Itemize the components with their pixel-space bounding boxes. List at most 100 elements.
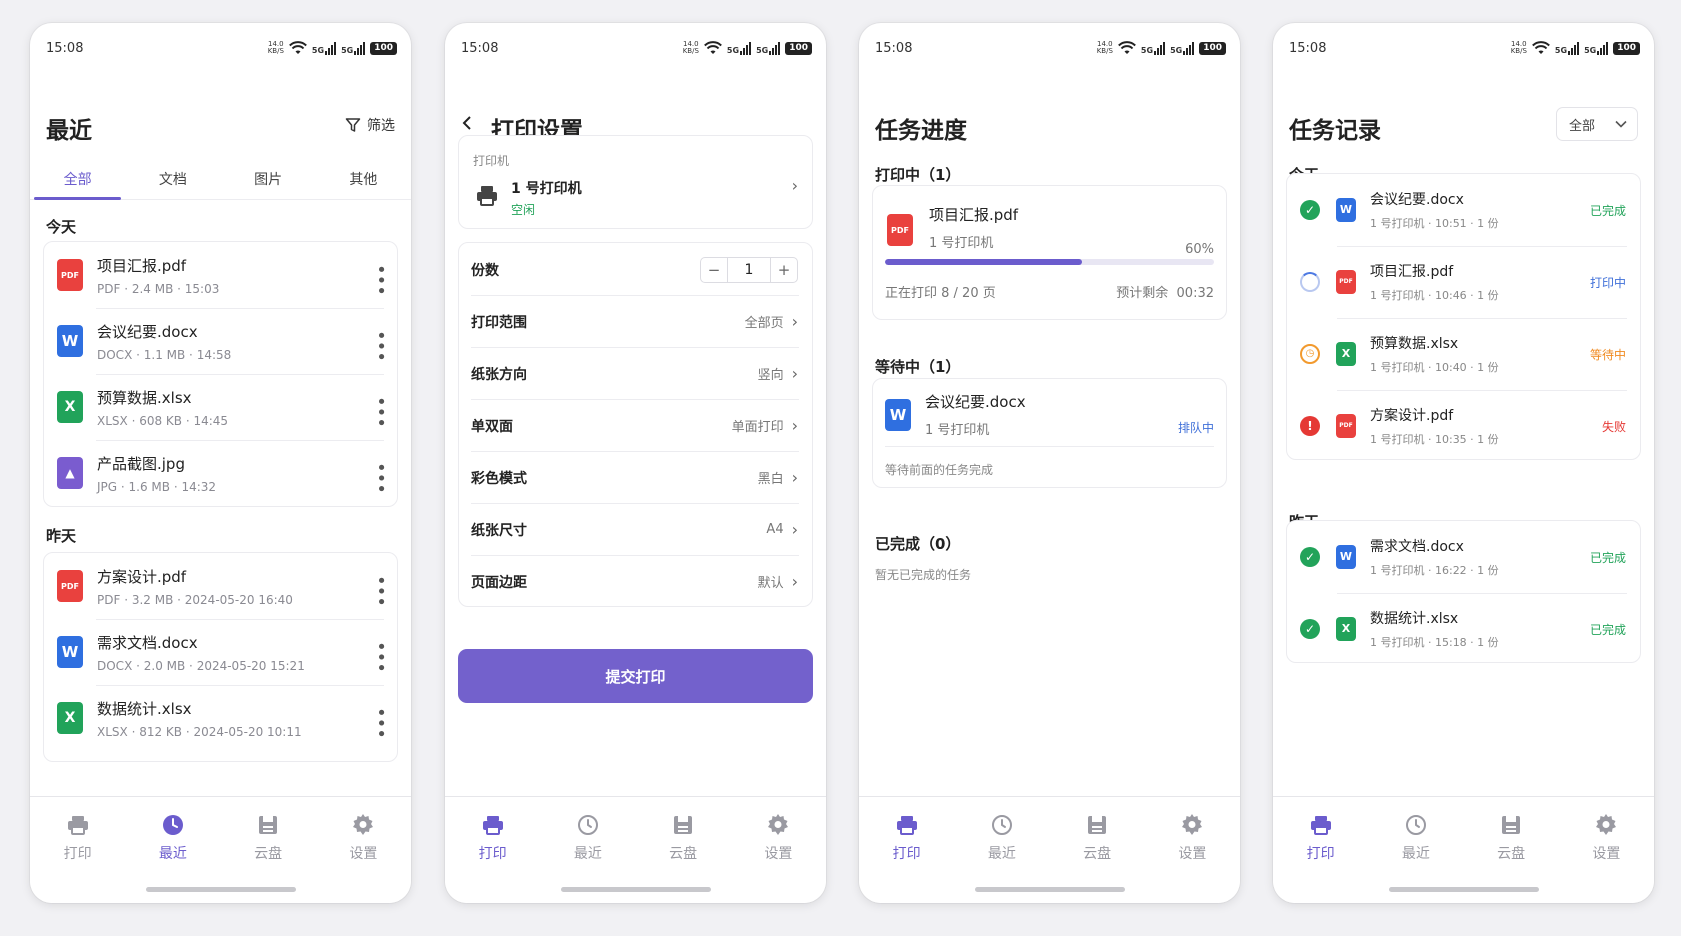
- tab-all[interactable]: 全部: [30, 163, 125, 200]
- more-icon[interactable]: •••: [370, 264, 391, 296]
- nav-print[interactable]: 打印: [445, 813, 540, 903]
- section-done: 已完成（0）: [875, 535, 961, 553]
- more-icon[interactable]: •••: [370, 707, 391, 739]
- list-item[interactable]: ▲ 产品截图.jpg JPG · 1.6 MB · 14:32 •••: [44, 440, 397, 506]
- list-item[interactable]: PDF 方案设计.pdf PDF · 3.2 MB · 2024-05-20 1…: [44, 553, 397, 619]
- loading-spinner-icon: [1300, 271, 1320, 292]
- record-name: 会议纪要.docx: [1370, 191, 1464, 208]
- file-meta: XLSX · 608 KB · 14:45: [97, 413, 229, 428]
- nav-settings[interactable]: 设置: [316, 813, 411, 903]
- status-filter-dropdown[interactable]: 全部: [1556, 107, 1638, 141]
- word-file-icon: W: [57, 636, 83, 668]
- cloud-disk-icon: [259, 816, 278, 834]
- status-icons: 14.0 KB/S 5G 5G 100: [1511, 41, 1640, 55]
- setting-duplex[interactable]: 单双面 单面打印 ›: [459, 400, 812, 451]
- pdf-file-icon: PDF: [57, 259, 83, 291]
- setting-margins[interactable]: 页面边距 默认 ›: [459, 556, 812, 607]
- submit-print-button[interactable]: 提交打印: [458, 649, 813, 703]
- status-time: 15:08: [1289, 40, 1327, 56]
- waiting-job-card[interactable]: W 会议纪要.docx 1 号打印机 排队中 等待前面的任务完成: [872, 378, 1227, 488]
- home-indicator[interactable]: [145, 887, 296, 892]
- list-item[interactable]: W 会议纪要.docx DOCX · 1.1 MB · 14:58 •••: [44, 308, 397, 374]
- printer-name: 1 号打印机: [511, 181, 582, 197]
- setting-orientation[interactable]: 纸张方向 竖向 ›: [459, 348, 812, 399]
- nav-print[interactable]: 打印: [1273, 813, 1368, 903]
- file-name: 需求文档.docx: [97, 633, 198, 652]
- progress-percent: 60%: [1185, 242, 1214, 257]
- battery-icon: 100: [785, 41, 812, 55]
- clock-icon: [162, 815, 183, 835]
- nav-print[interactable]: 打印: [859, 813, 954, 903]
- record-meta: 1 号打印机 · 15:18 · 1 份: [1370, 635, 1499, 649]
- more-icon[interactable]: •••: [370, 462, 391, 494]
- list-item[interactable]: X 预算数据.xlsx XLSX · 608 KB · 14:45 •••: [44, 374, 397, 440]
- status-bar: 15:08 14.0 KB/S 5G 5G 100: [30, 23, 411, 73]
- signal-icon: 5G: [1555, 41, 1580, 55]
- copies-value[interactable]: 1: [727, 257, 771, 282]
- filter-button[interactable]: 筛选: [345, 115, 395, 135]
- more-icon[interactable]: •••: [370, 641, 391, 673]
- more-icon[interactable]: •••: [370, 396, 391, 428]
- back-arrow-icon[interactable]: [461, 115, 473, 136]
- nav-settings[interactable]: 设置: [1145, 813, 1240, 903]
- queue-status: 排队中: [1177, 421, 1214, 435]
- tab-images[interactable]: 图片: [221, 163, 316, 199]
- excel-file-icon: X: [1336, 341, 1356, 366]
- plus-button[interactable]: +: [771, 261, 797, 279]
- record-row[interactable]: ✓ X 数据统计.xlsx 1 号打印机 · 15:18 · 1 份 已完成: [1287, 593, 1640, 664]
- printer-card[interactable]: 打印机 1 号打印机 空闲 ›: [458, 135, 813, 229]
- record-row[interactable]: ! PDF 方案设计.pdf 1 号打印机 · 10:35 · 1 份 失败: [1287, 390, 1640, 461]
- empty-state-text: 暂无已完成的任务: [875, 568, 972, 582]
- record-row[interactable]: ✓ W 会议纪要.docx 1 号打印机 · 10:51 · 1 份 已完成: [1287, 174, 1640, 245]
- home-indicator[interactable]: [974, 887, 1125, 892]
- cloud-disk-icon: [1502, 816, 1521, 834]
- printer-icon: [67, 816, 88, 835]
- home-indicator[interactable]: [560, 887, 711, 892]
- status-badge: 打印中: [1589, 276, 1626, 290]
- status-icons: 14.0 KB/S 5G 5G 100: [268, 41, 397, 55]
- record-row[interactable]: ✓ W 需求文档.docx 1 号打印机 · 16:22 · 1 份 已完成: [1287, 521, 1640, 592]
- file-name: 数据统计.xlsx: [97, 699, 192, 718]
- filter-icon: [345, 118, 361, 132]
- status-time: 15:08: [875, 40, 913, 56]
- setting-paper-size[interactable]: 纸张尺寸 A4 ›: [459, 504, 812, 555]
- tab-documents[interactable]: 文档: [125, 163, 220, 199]
- page-title: 任务记录: [1289, 118, 1381, 144]
- gear-icon: [1596, 814, 1617, 835]
- gear-icon: [768, 814, 789, 835]
- file-name: 会议纪要.docx: [97, 322, 198, 341]
- net-speed: 14.0 KB/S: [1096, 40, 1113, 55]
- list-item[interactable]: X 数据统计.xlsx XLSX · 812 KB · 2024-05-20 1…: [44, 685, 397, 751]
- home-indicator[interactable]: [1388, 887, 1539, 892]
- record-row[interactable]: ◷ X 预算数据.xlsx 1 号打印机 · 10:40 · 1 份 等待中: [1287, 318, 1640, 389]
- section-waiting: 等待中（1）: [875, 358, 961, 376]
- nav-print[interactable]: 打印: [30, 813, 125, 903]
- error-icon: !: [1300, 415, 1320, 436]
- more-icon[interactable]: •••: [370, 575, 391, 607]
- settings-list: 份数 − 1 + 打印范围 全部页 › 纸张方向 竖向 › 单双面 单面打印 › 彩色…: [458, 242, 813, 607]
- record-name: 需求文档.docx: [1370, 538, 1464, 555]
- more-icon[interactable]: •••: [370, 330, 391, 362]
- nav-settings[interactable]: 设置: [1559, 813, 1654, 903]
- list-item[interactable]: PDF 项目汇报.pdf PDF · 2.4 MB · 15:03 •••: [44, 242, 397, 308]
- minus-button[interactable]: −: [701, 261, 727, 279]
- check-circle-icon: ✓: [1300, 618, 1320, 639]
- list-item[interactable]: W 需求文档.docx DOCX · 2.0 MB · 2024-05-20 1…: [44, 619, 397, 685]
- chevron-right-icon: ›: [791, 468, 798, 487]
- tab-other[interactable]: 其他: [316, 163, 411, 199]
- progress-bar-fill: [885, 259, 1083, 265]
- signal-icon: 5G: [1584, 41, 1609, 55]
- copies-stepper[interactable]: − 1 +: [700, 256, 798, 283]
- pdf-file-icon: PDF: [1336, 413, 1356, 438]
- section-yesterday: 昨天: [46, 527, 77, 545]
- battery-icon: 100: [1199, 41, 1226, 55]
- record-row[interactable]: PDF 项目汇报.pdf 1 号打印机 · 10:46 · 1 份 打印中: [1287, 246, 1640, 317]
- nav-settings[interactable]: 设置: [731, 813, 826, 903]
- wifi-icon: [1532, 41, 1550, 54]
- category-tabs: 全部 文档 图片 其他: [30, 163, 411, 200]
- printing-job-card[interactable]: PDF 项目汇报.pdf 1 号打印机 60% 正在打印 8 / 20 页 预计…: [872, 185, 1227, 320]
- copies-label: 份数: [471, 262, 499, 279]
- setting-print-range[interactable]: 打印范围 全部页 ›: [459, 296, 812, 347]
- yesterday-record-list: ✓ W 需求文档.docx 1 号打印机 · 16:22 · 1 份 已完成 ✓ …: [1286, 520, 1641, 663]
- setting-color-mode[interactable]: 彩色模式 黑白 ›: [459, 452, 812, 503]
